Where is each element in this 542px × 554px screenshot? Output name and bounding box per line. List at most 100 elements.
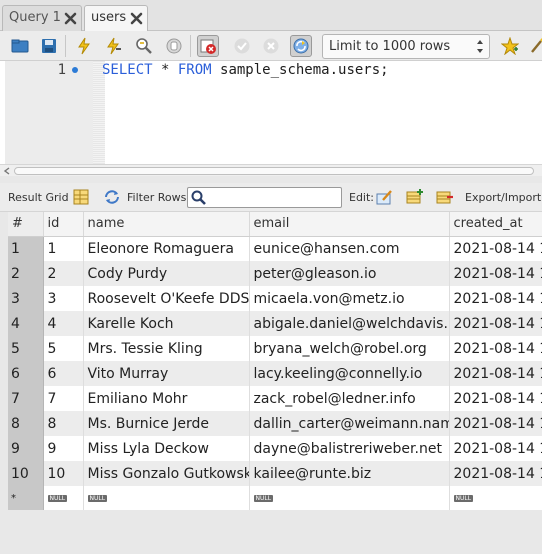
- table-row[interactable]: 9 9 Miss Lyla Deckow dayne@balistreriweber.…: [8, 436, 542, 461]
- cell-email[interactable]: zack_robel@ledner.info: [249, 386, 450, 411]
- limit-rows-select[interactable]: Limit to 1000 rows: [322, 34, 490, 59]
- cell-name[interactable]: Emiliano Mohr: [83, 386, 250, 411]
- cell-rownum[interactable]: 3: [8, 286, 44, 311]
- column-header-email[interactable]: email: [249, 212, 450, 237]
- cell-id[interactable]: 6: [43, 361, 84, 386]
- cell-rownum[interactable]: 6: [8, 361, 44, 386]
- tab-query-1[interactable]: Query 1: [2, 5, 82, 31]
- cell-name[interactable]: Ms. Burnice Jerde: [83, 411, 250, 436]
- cell-name[interactable]: Miss Lyla Deckow: [83, 436, 250, 461]
- table-row[interactable]: 1 1 Eleonore Romaguera eunice@hansen.com 202…: [8, 236, 542, 261]
- column-header-id[interactable]: id: [43, 212, 84, 237]
- result-grid[interactable]: # id name email created_at 1 1 Eleonore Ro…: [8, 212, 542, 510]
- table-row[interactable]: 5 5 Mrs. Tessie Kling bryana_welch@robel.or…: [8, 336, 542, 361]
- cell-created-at[interactable]: 2021-08-14 13: [449, 236, 542, 261]
- cell-name[interactable]: Roosevelt O'Keefe DDS: [83, 286, 250, 311]
- scrollbar-thumb[interactable]: [14, 167, 534, 175]
- cell-rownum[interactable]: 9: [8, 436, 44, 461]
- cell-email[interactable]: kailee@runte.biz: [249, 461, 450, 486]
- null-cell[interactable]: NULL: [249, 486, 450, 510]
- table-row[interactable]: 6 6 Vito Murray lacy.keeling@connelly.io 202…: [8, 361, 542, 386]
- column-header-name[interactable]: name: [83, 212, 250, 237]
- cell-id[interactable]: 5: [43, 336, 84, 361]
- cell-id[interactable]: 3: [43, 286, 84, 311]
- editor-horizontal-scrollbar[interactable]: [0, 164, 542, 176]
- explain-icon[interactable]: [133, 35, 155, 57]
- cell-created-at[interactable]: 2021-08-14 13: [449, 386, 542, 411]
- cell-id[interactable]: 10: [43, 461, 84, 486]
- sql-editor[interactable]: 1 SELECT * FROM sample_schema.users;: [0, 61, 542, 164]
- table-row[interactable]: 3 3 Roosevelt O'Keefe DDS micaela.von@metz.…: [8, 286, 542, 311]
- refresh-icon[interactable]: [103, 188, 121, 206]
- stop-icon[interactable]: [163, 35, 185, 57]
- cell-name[interactable]: Cody Purdy: [83, 261, 250, 286]
- cell-rownum[interactable]: 2: [8, 261, 44, 286]
- cell-name[interactable]: Eleonore Romaguera: [83, 236, 250, 261]
- cell-id[interactable]: 8: [43, 411, 84, 436]
- cell-rownum[interactable]: 4: [8, 311, 44, 336]
- null-cell[interactable]: NULL: [43, 486, 84, 510]
- execute-current-icon[interactable]: [103, 35, 125, 57]
- execute-icon[interactable]: [73, 35, 95, 57]
- cell-rownum[interactable]: 10: [8, 461, 44, 486]
- open-folder-icon[interactable]: [9, 35, 31, 57]
- cell-created-at[interactable]: 2021-08-14 13: [449, 286, 542, 311]
- autocommit-icon[interactable]: [290, 35, 312, 57]
- cell-name[interactable]: Vito Murray: [83, 361, 250, 386]
- cell-created-at[interactable]: 2021-08-14 13: [449, 411, 542, 436]
- cell-email[interactable]: micaela.von@metz.io: [249, 286, 450, 311]
- filter-rows-input[interactable]: [187, 187, 342, 208]
- table-row[interactable]: 4 4 Karelle Koch abigale.daniel@welchdavis.…: [8, 311, 542, 336]
- null-cell[interactable]: NULL: [449, 486, 542, 510]
- cell-rownum[interactable]: 8: [8, 411, 44, 436]
- cell-email[interactable]: bryana_welch@robel.org: [249, 336, 450, 361]
- cell-email[interactable]: lacy.keeling@connelly.io: [249, 361, 450, 386]
- code-line[interactable]: SELECT * FROM sample_schema.users;: [102, 61, 389, 79]
- cell-id[interactable]: 1: [43, 236, 84, 261]
- table-row[interactable]: 10 10 Miss Gonzalo Gutkowski kailee@runte.b…: [8, 461, 542, 486]
- cell-rownum[interactable]: 5: [8, 336, 44, 361]
- scroll-left-icon[interactable]: [3, 167, 11, 175]
- cell-name[interactable]: Miss Gonzalo Gutkowski: [83, 461, 250, 486]
- cell-email[interactable]: dayne@balistreriweber.net: [249, 436, 450, 461]
- cell-email[interactable]: eunice@hansen.com: [249, 236, 450, 261]
- cell-name[interactable]: Karelle Koch: [83, 311, 250, 336]
- null-cell[interactable]: NULL: [83, 486, 250, 510]
- null-badge: NULL: [453, 494, 474, 502]
- cell-id[interactable]: 2: [43, 261, 84, 286]
- close-icon[interactable]: [64, 12, 77, 25]
- rollback-icon[interactable]: [260, 35, 282, 57]
- table-row[interactable]: 22Cody Purdypeter@gleason.io2021-08-14 1…: [8, 261, 542, 286]
- cell-rownum[interactable]: 7: [8, 386, 44, 411]
- cell-id[interactable]: 4: [43, 311, 84, 336]
- commit-icon[interactable]: [231, 35, 253, 57]
- grid-layout-icon[interactable]: [72, 188, 90, 206]
- table-row[interactable]: 8 8 Ms. Burnice Jerde dallin_carter@weimann…: [8, 411, 542, 436]
- cell-created-at[interactable]: 2021-08-14 13: [449, 361, 542, 386]
- delete-row-icon[interactable]: [436, 188, 454, 206]
- save-icon[interactable]: [38, 35, 60, 57]
- new-row[interactable]: * NULL NULL NULL NULL: [8, 486, 542, 510]
- cell-id[interactable]: 9: [43, 436, 84, 461]
- cell-created-at[interactable]: 2021-08-14 13: [449, 436, 542, 461]
- column-header-created-at[interactable]: created_at: [449, 212, 542, 237]
- beautify-icon[interactable]: [527, 35, 542, 57]
- cell-email[interactable]: peter@gleason.io: [249, 261, 450, 286]
- bookmark-star-icon[interactable]: [499, 35, 521, 57]
- cell-created-at[interactable]: 2021-08-14 13: [449, 261, 542, 286]
- edit-row-icon[interactable]: [376, 188, 394, 206]
- cell-created-at[interactable]: 2021-08-14 13: [449, 311, 542, 336]
- cell-email[interactable]: abigale.daniel@welchdavis.io: [249, 311, 450, 336]
- close-icon[interactable]: [130, 12, 143, 25]
- cell-created-at[interactable]: 2021-08-14 13: [449, 336, 542, 361]
- table-row[interactable]: 7 7 Emiliano Mohr zack_robel@ledner.info 202…: [8, 386, 542, 411]
- cell-id[interactable]: 7: [43, 386, 84, 411]
- cell-rownum[interactable]: 1: [8, 236, 44, 261]
- cell-email[interactable]: dallin_carter@weimann.name: [249, 411, 450, 436]
- cell-created-at[interactable]: 2021-08-14 13: [449, 461, 542, 486]
- toggle-error-icon[interactable]: [197, 35, 219, 57]
- cell-name[interactable]: Mrs. Tessie Kling: [83, 336, 250, 361]
- tab-users[interactable]: users: [84, 5, 148, 32]
- column-header-rownum[interactable]: #: [8, 212, 44, 237]
- insert-row-icon[interactable]: [406, 188, 424, 206]
